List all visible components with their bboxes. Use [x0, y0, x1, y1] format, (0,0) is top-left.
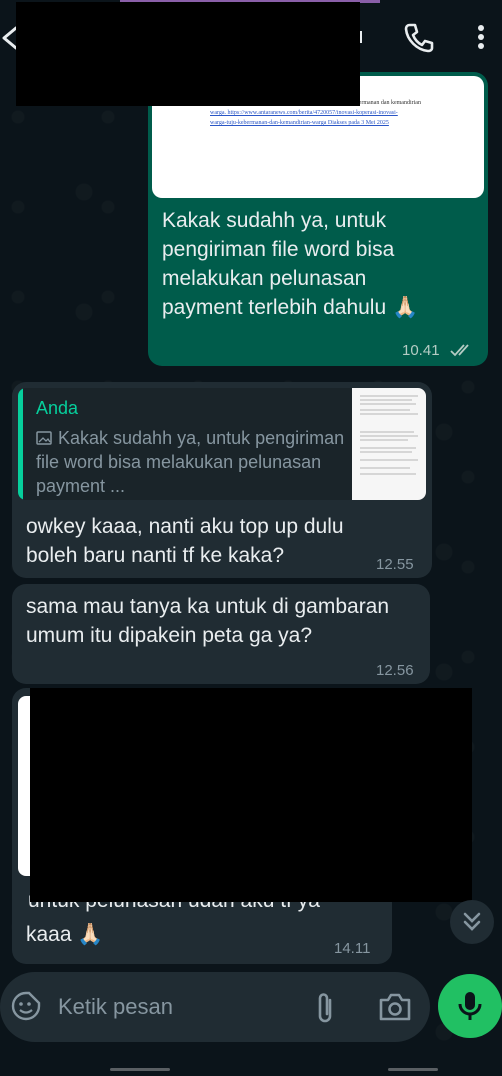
quote-text-block: Kakak sudahh ya, untuk pengiriman file w…: [36, 426, 346, 498]
camera-icon: [379, 993, 411, 1021]
read-receipt-icon: [450, 342, 476, 358]
double-chevron-down-icon: [463, 912, 481, 931]
paperclip-icon: [318, 993, 332, 1023]
sticker-icon: [11, 991, 41, 1021]
nav-indicator: [110, 1068, 170, 1071]
message-time: 10.41: [402, 342, 440, 359]
doc-preview-line: warga-tuju-kebermanan-dan-kemandirian-wa…: [210, 120, 389, 126]
attach-button[interactable]: [312, 990, 340, 1026]
quoted-message[interactable]: Anda Kakak sudahh ya, untuk pengiriman f…: [18, 388, 426, 500]
scroll-to-bottom-button[interactable]: [450, 900, 494, 944]
quote-text: Kakak sudahh ya, untuk pengiriman file w…: [36, 428, 345, 496]
sticker-button[interactable]: [10, 990, 42, 1022]
image-icon: [36, 431, 52, 445]
quote-thumbnail: [352, 388, 426, 500]
message-time: 12.56: [376, 662, 414, 679]
quote-author: Anda: [36, 398, 79, 418]
nav-indicator: [388, 1068, 438, 1071]
incoming-message-text: kaaa 🙏🏻: [26, 923, 104, 946]
incoming-message-text: sama mau tanya ka untuk di gambaran umum…: [26, 595, 390, 647]
voice-call-button[interactable]: [402, 20, 436, 54]
more-vert-icon: [478, 25, 484, 49]
message-time: 14.11: [334, 940, 371, 957]
mic-icon: [458, 992, 482, 1020]
camera-button[interactable]: [378, 992, 412, 1022]
outgoing-message-text: Kakak sudahh ya, untuk pengiriman file w…: [162, 209, 419, 319]
doc-preview-line: warga. https://www.antaranews.com/berita…: [210, 110, 398, 116]
phone-icon: [404, 23, 434, 53]
message-time: 12.55: [376, 556, 414, 573]
doc-preview-line: kebermanan dan kemandirian: [350, 100, 421, 106]
redaction-box: [16, 2, 360, 106]
incoming-message-text: owkey kaaa, nanti aku top up dulu boleh …: [26, 515, 344, 567]
redaction-box: [30, 688, 472, 902]
message-input[interactable]: Ketik pesan: [58, 994, 173, 1020]
voice-message-button[interactable]: [438, 974, 502, 1038]
quote-accent-bar: [18, 388, 23, 500]
more-options-button[interactable]: [470, 20, 492, 54]
